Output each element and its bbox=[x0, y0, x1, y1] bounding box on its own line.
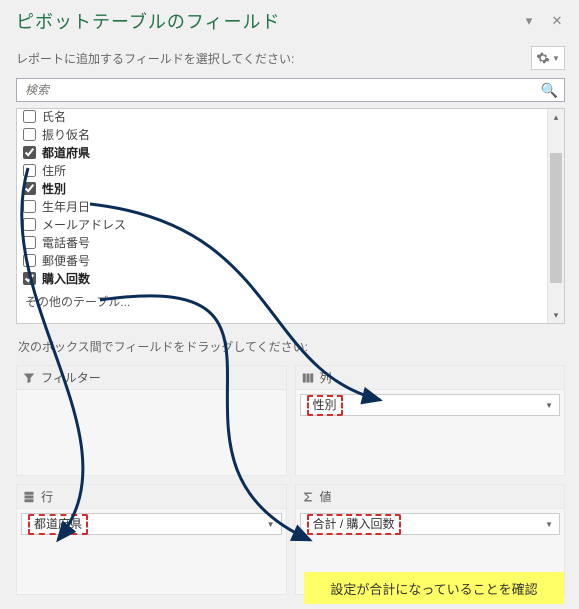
gear-icon bbox=[536, 51, 550, 65]
filter-zone-label: フィルター bbox=[41, 369, 101, 386]
field-item[interactable]: メールアドレス bbox=[19, 215, 543, 233]
field-item[interactable]: 電話番号 bbox=[19, 233, 543, 251]
field-label: 購入回数 bbox=[42, 270, 90, 287]
search-icon[interactable]: 🔍 bbox=[541, 82, 558, 99]
columns-icon bbox=[302, 372, 314, 384]
rows-zone[interactable]: 行 都道府県 ▼ bbox=[16, 484, 287, 595]
columns-field-item[interactable]: 性別 ▼ bbox=[300, 394, 561, 416]
field-item[interactable]: 生年月日 bbox=[19, 197, 543, 215]
field-label: 氏名 bbox=[42, 109, 66, 125]
sigma-icon bbox=[302, 491, 314, 503]
caret-down-icon[interactable]: ▼ bbox=[545, 401, 553, 410]
close-icon[interactable]: ✕ bbox=[549, 13, 565, 29]
field-checkbox[interactable] bbox=[23, 272, 36, 285]
values-zone-label: 値 bbox=[320, 488, 332, 505]
field-checkbox[interactable] bbox=[23, 236, 36, 249]
field-label: 郵便番号 bbox=[42, 252, 90, 269]
field-item[interactable]: 購入回数 bbox=[19, 269, 543, 287]
field-item[interactable]: 都道府県 bbox=[19, 143, 543, 161]
caret-down-icon: ▼ bbox=[552, 54, 560, 63]
field-label: 振り仮名 bbox=[42, 126, 90, 143]
filter-icon bbox=[23, 372, 35, 384]
field-label: メールアドレス bbox=[42, 216, 126, 233]
scroll-thumb[interactable] bbox=[550, 153, 562, 283]
scroll-down-icon[interactable]: ▾ bbox=[548, 307, 564, 323]
field-checkbox[interactable] bbox=[23, 200, 36, 213]
search-input-wrap[interactable]: 🔍 bbox=[16, 78, 565, 102]
other-tables-link[interactable]: その他のテーブル... bbox=[19, 287, 543, 314]
columns-zone-label: 列 bbox=[320, 369, 332, 386]
field-item[interactable]: 振り仮名 bbox=[19, 125, 543, 143]
field-chooser-label: レポートに追加するフィールドを選択してください: bbox=[16, 50, 294, 67]
rows-field-label: 都道府県 bbox=[28, 514, 88, 535]
rows-field-item[interactable]: 都道府県 ▼ bbox=[21, 513, 282, 535]
field-label: 生年月日 bbox=[42, 198, 90, 215]
field-label: 性別 bbox=[42, 180, 66, 197]
drag-instruction: 次のボックス間でフィールドをドラッグしてください: bbox=[18, 338, 565, 355]
field-checkbox[interactable] bbox=[23, 218, 36, 231]
caret-down-icon[interactable]: ▼ bbox=[545, 520, 553, 529]
rows-zone-label: 行 bbox=[41, 488, 53, 505]
rows-icon bbox=[23, 491, 35, 503]
field-label: 住所 bbox=[42, 162, 66, 179]
field-checkbox[interactable] bbox=[23, 254, 36, 267]
dropdown-icon[interactable]: ▾ bbox=[521, 13, 537, 29]
scroll-up-icon[interactable]: ▴ bbox=[548, 109, 564, 125]
values-field-label: 合計 / 購入回数 bbox=[307, 514, 401, 535]
field-label: 都道府県 bbox=[42, 144, 90, 161]
field-item[interactable]: 氏名 bbox=[19, 109, 543, 125]
settings-button[interactable]: ▼ bbox=[531, 46, 565, 70]
pane-title: ピボットテーブルのフィールド bbox=[16, 8, 281, 34]
field-checkbox[interactable] bbox=[23, 128, 36, 141]
columns-field-label: 性別 bbox=[307, 395, 343, 416]
field-item[interactable]: 性別 bbox=[19, 179, 543, 197]
scrollbar[interactable]: ▴ ▾ bbox=[547, 109, 564, 323]
field-checkbox[interactable] bbox=[23, 146, 36, 159]
field-list[interactable]: 氏名振り仮名都道府県住所性別生年月日メールアドレス電話番号郵便番号購入回数その他… bbox=[17, 109, 547, 323]
field-label: 電話番号 bbox=[42, 234, 90, 251]
search-input[interactable] bbox=[25, 83, 541, 97]
filter-zone[interactable]: フィルター bbox=[16, 365, 287, 476]
annotation-note: 設定が合計になっていることを確認 bbox=[304, 572, 564, 604]
field-checkbox[interactable] bbox=[23, 110, 36, 123]
caret-down-icon[interactable]: ▼ bbox=[267, 520, 275, 529]
field-checkbox[interactable] bbox=[23, 164, 36, 177]
values-field-item[interactable]: 合計 / 購入回数 ▼ bbox=[300, 513, 561, 535]
field-item[interactable]: 郵便番号 bbox=[19, 251, 543, 269]
field-item[interactable]: 住所 bbox=[19, 161, 543, 179]
columns-zone[interactable]: 列 性別 ▼ bbox=[295, 365, 566, 476]
field-checkbox[interactable] bbox=[23, 182, 36, 195]
